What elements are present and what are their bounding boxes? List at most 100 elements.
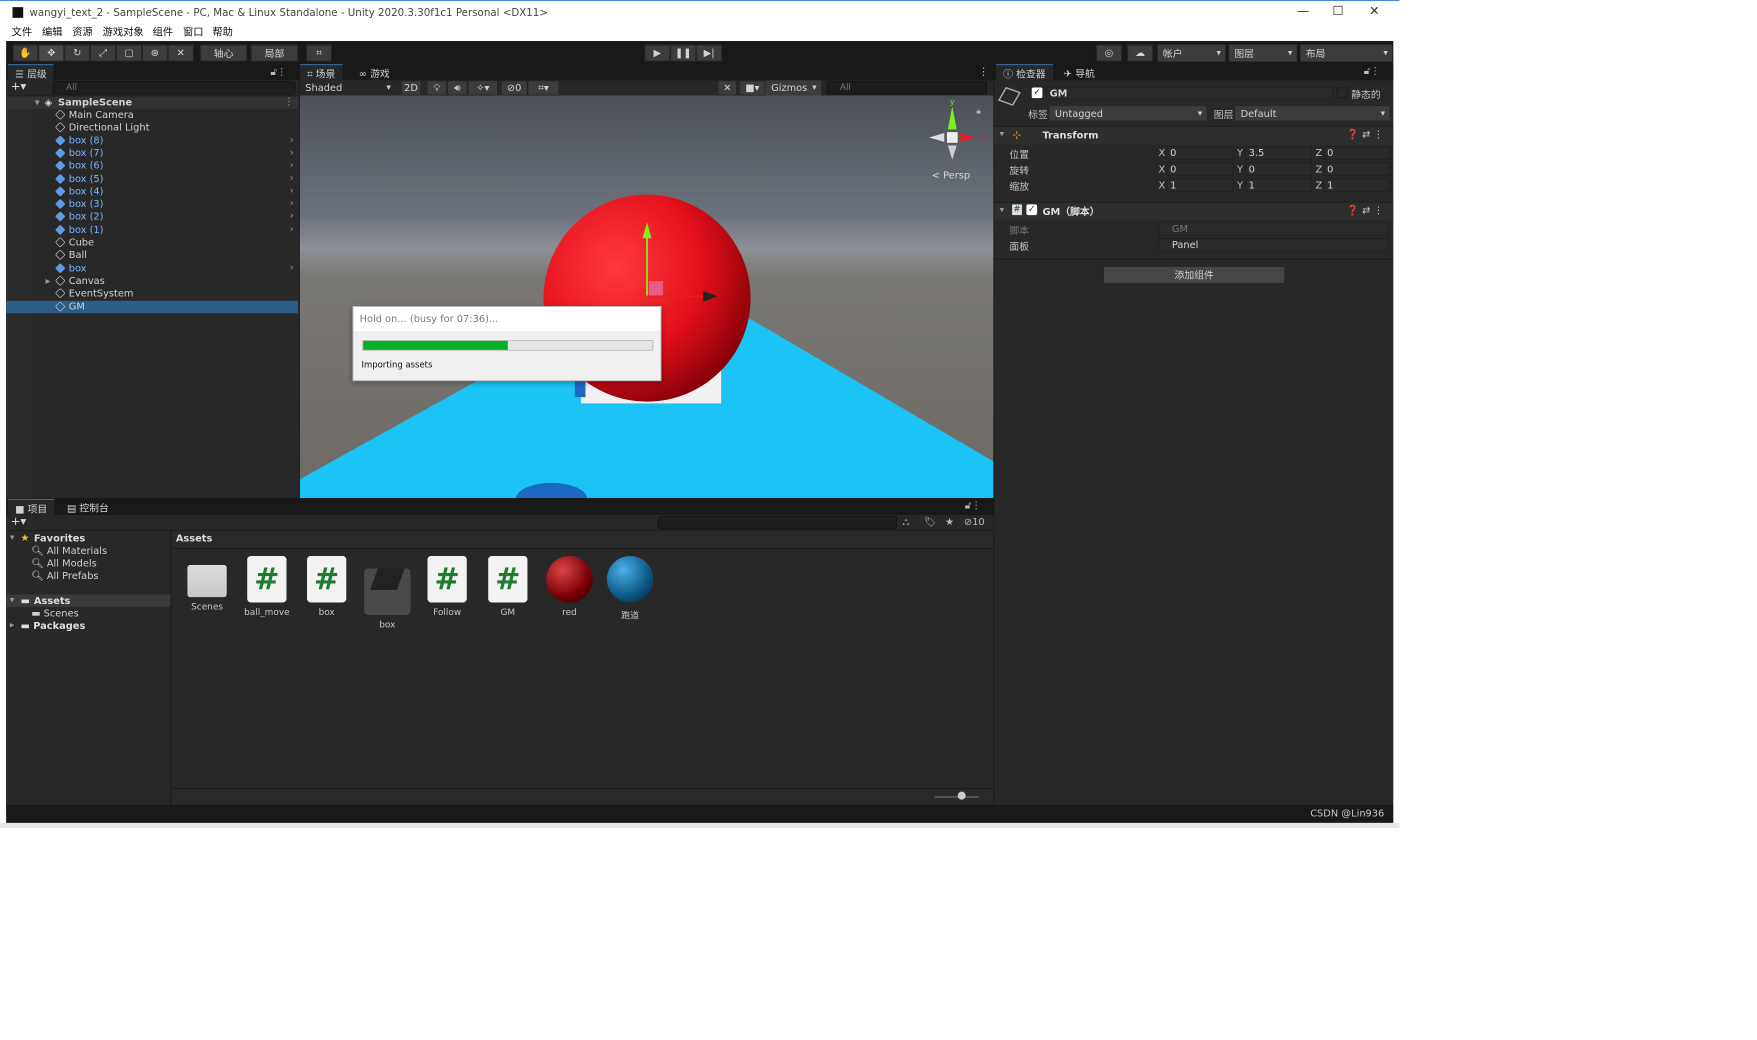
- transform-y-field[interactable]: 0: [1245, 162, 1312, 176]
- asset-item[interactable]: # ball_move: [240, 556, 294, 618]
- packages-folder[interactable]: ▬ Packages: [21, 620, 86, 632]
- account-dropdown[interactable]: 帐户: [1157, 44, 1226, 62]
- hierarchy-search-input[interactable]: All: [52, 81, 296, 95]
- menu-gameobject[interactable]: 游戏对象: [103, 25, 144, 39]
- axis-x-label[interactable]: X: [1158, 163, 1165, 175]
- pivot-toggle[interactable]: 轴心: [199, 44, 248, 62]
- create-button[interactable]: +▾: [11, 80, 27, 93]
- filter-label-icon[interactable]: 🏷︎: [924, 516, 936, 528]
- static-checkbox[interactable]: [1336, 87, 1348, 99]
- mode-2d-button[interactable]: 2D: [400, 80, 422, 96]
- menu-edit[interactable]: 编辑: [42, 25, 63, 39]
- cloud-icon[interactable]: ☁: [1127, 44, 1154, 62]
- audio-icon[interactable]: 🔊︎: [447, 80, 468, 96]
- rect-tool-icon[interactable]: ▢: [116, 44, 142, 62]
- object-name-field[interactable]: GM: [1046, 86, 1334, 100]
- prefab-open-chevron-icon[interactable]: ›: [290, 185, 294, 197]
- lock-icon[interactable]: 🔓︎⋮: [270, 66, 286, 78]
- prefab-open-chevron-icon[interactable]: ›: [290, 210, 294, 222]
- transform-x-field[interactable]: 0: [1166, 146, 1234, 160]
- snap-icon[interactable]: ⌗: [306, 44, 333, 62]
- hierarchy-item[interactable]: Directional Light: [6, 122, 298, 134]
- tab-scene[interactable]: ⌗ 场景: [299, 64, 343, 81]
- hierarchy-item[interactable]: box ›: [6, 261, 298, 274]
- layer-dropdown[interactable]: Default: [1235, 106, 1390, 121]
- axis-y-label[interactable]: Y: [1237, 147, 1243, 159]
- menu-assets[interactable]: 资源: [72, 25, 93, 39]
- hierarchy-item[interactable]: GM: [6, 300, 299, 313]
- lighting-icon[interactable]: 💡︎: [426, 80, 448, 96]
- more-icon[interactable]: ⋮: [978, 65, 989, 77]
- asset-item[interactable]: # box: [300, 556, 354, 618]
- fav-all-prefabs[interactable]: 🔍︎ All Prefabs: [31, 570, 98, 582]
- filter-type-icon[interactable]: ⛬: [902, 516, 909, 528]
- scenes-folder[interactable]: ▬ Scenes: [31, 608, 78, 620]
- assets-folder-row[interactable]: [6, 594, 171, 607]
- hierarchy-item[interactable]: EventSystem: [6, 288, 298, 300]
- transform-z-field[interactable]: 1: [1323, 178, 1391, 192]
- move-tool-icon[interactable]: ✥: [38, 44, 65, 62]
- tab-hierarchy[interactable]: ☰ 层级: [8, 64, 54, 81]
- axis-y-label[interactable]: Y: [1237, 179, 1243, 191]
- active-checkbox[interactable]: ✓: [1031, 87, 1043, 99]
- prefab-open-chevron-icon[interactable]: ›: [290, 146, 294, 158]
- collab-icon[interactable]: ◎: [1095, 44, 1122, 62]
- effects-icon[interactable]: ✧▾: [467, 80, 499, 96]
- minimize-button[interactable]: —: [1297, 4, 1309, 18]
- tab-inspector[interactable]: ⓘ 检查器: [996, 64, 1053, 81]
- menu-component[interactable]: 组件: [153, 25, 174, 39]
- gizmos-dropdown[interactable]: Gizmos: [765, 80, 822, 96]
- tab-navigation[interactable]: ✈ 导航: [1057, 64, 1102, 80]
- menu-help[interactable]: 帮助: [212, 25, 233, 39]
- hierarchy-item[interactable]: box (8) ›: [6, 134, 298, 146]
- axis-z-label[interactable]: Z: [1316, 163, 1323, 175]
- inspector-lock-icon[interactable]: 🔓︎⋮: [1364, 65, 1380, 77]
- hierarchy-item[interactable]: box (1) ›: [6, 223, 298, 236]
- hierarchy-item[interactable]: box (6) ›: [6, 159, 298, 172]
- close-button[interactable]: ✕: [1369, 4, 1379, 18]
- prefab-open-chevron-icon[interactable]: ›: [290, 172, 294, 184]
- hierarchy-item[interactable]: box (2) ›: [6, 210, 298, 223]
- transform-z-field[interactable]: 0: [1323, 162, 1391, 176]
- favorites-label[interactable]: Favorites: [34, 533, 85, 545]
- favorite-star-icon[interactable]: ★: [945, 516, 954, 528]
- prefab-open-chevron-icon[interactable]: ›: [290, 159, 294, 171]
- hierarchy-item[interactable]: box (3) ›: [6, 197, 298, 210]
- project-lock-icon[interactable]: 🔓︎⋮: [965, 500, 981, 512]
- component-menu-icon[interactable]: ❓ ⇄ ⋮: [1347, 129, 1384, 141]
- hierarchy-item[interactable]: box (5) ›: [6, 172, 298, 185]
- fav-all-models[interactable]: 🔍︎ All Models: [31, 558, 96, 570]
- transform-x-field[interactable]: 0: [1166, 162, 1234, 176]
- scene-viewport[interactable]: y x 🔒︎ < Persp Hold on... (busy for 07:3…: [299, 95, 994, 499]
- camera-icon[interactable]: ■▾: [738, 80, 766, 96]
- custom-tool-icon[interactable]: ✕: [167, 44, 194, 62]
- hierarchy-item[interactable]: ▸ Canvas: [6, 275, 298, 287]
- prefab-open-chevron-icon[interactable]: ›: [290, 223, 294, 235]
- tools-icon[interactable]: ✕: [717, 80, 738, 96]
- transform-y-field[interactable]: 1: [1245, 178, 1312, 192]
- transform-y-field[interactable]: 3.5: [1245, 146, 1312, 160]
- asset-item[interactable]: Scenes: [180, 556, 234, 612]
- tab-project[interactable]: ■ 项目: [8, 498, 55, 515]
- hierarchy-item[interactable]: Cube: [6, 237, 298, 249]
- pause-button[interactable]: ❚❚: [670, 44, 697, 62]
- tag-dropdown[interactable]: Untagged: [1049, 106, 1207, 121]
- orientation-gizmo-icon[interactable]: y x 🔒︎: [929, 97, 984, 160]
- tab-console[interactable]: ▤ 控制台: [60, 499, 116, 515]
- asset-item[interactable]: 跑道: [603, 556, 657, 621]
- shading-dropdown[interactable]: Shaded: [299, 80, 396, 96]
- asset-item[interactable]: red: [543, 556, 597, 618]
- axis-z-label[interactable]: Z: [1316, 147, 1323, 159]
- asset-item[interactable]: box: [361, 556, 415, 630]
- axis-x-label[interactable]: X: [1158, 147, 1165, 159]
- fav-all-materials[interactable]: 🔍︎ All Materials: [31, 545, 107, 557]
- menu-window[interactable]: 窗口: [183, 25, 204, 39]
- maximize-button[interactable]: ☐: [1333, 4, 1344, 18]
- scene-search-input[interactable]: All: [826, 81, 988, 95]
- scale-tool-icon[interactable]: ⤢: [90, 44, 117, 62]
- rotate-tool-icon[interactable]: ↻: [64, 44, 91, 62]
- scene-row[interactable]: ▾ ◈ SampleScene ⋮: [6, 95, 299, 109]
- hierarchy-item[interactable]: Ball: [6, 249, 298, 261]
- prefab-open-chevron-icon[interactable]: ›: [290, 197, 294, 209]
- zoom-slider-handle[interactable]: [957, 791, 966, 800]
